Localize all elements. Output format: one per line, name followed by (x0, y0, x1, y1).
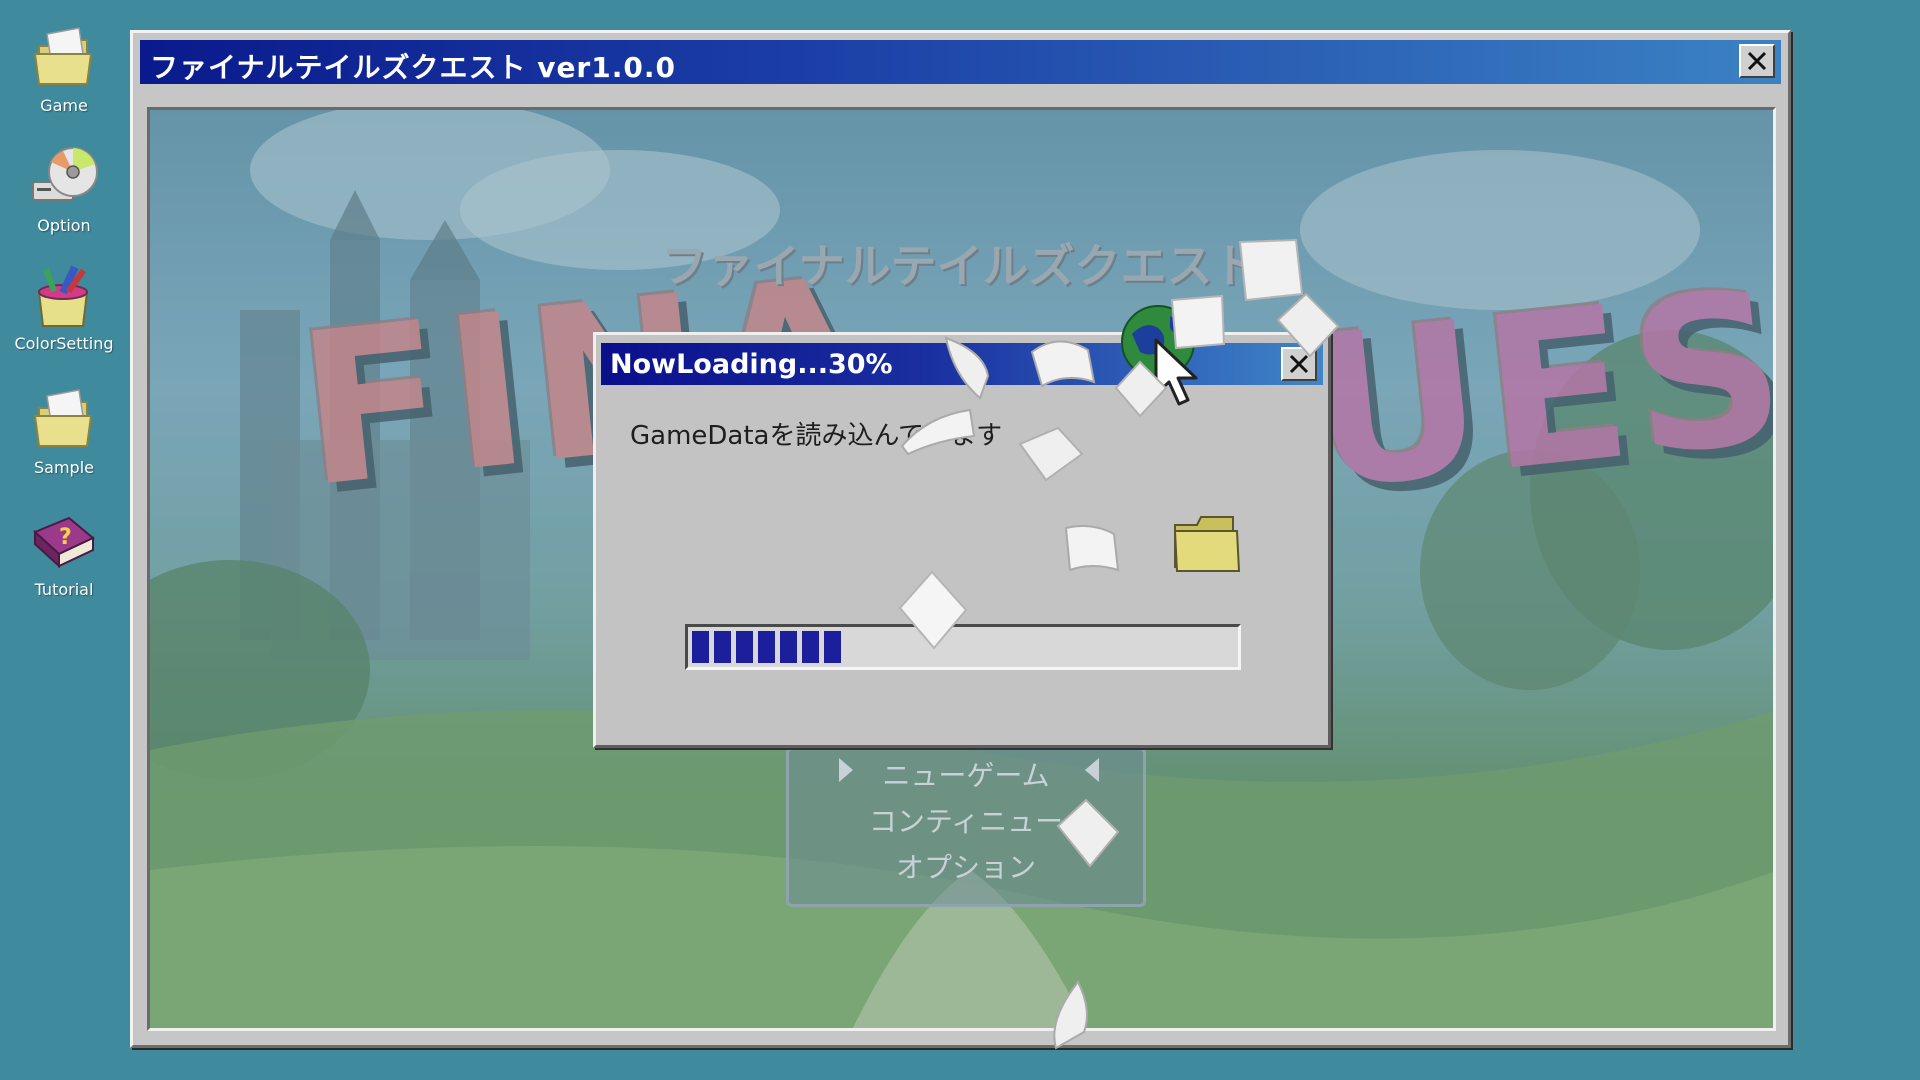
desktop-icon-game[interactable]: Game (6, 24, 122, 115)
game-subtitle: ファイナルテイルズクエスト (661, 239, 1259, 293)
svg-text:?: ? (59, 525, 72, 550)
window-title: ファイナルテイルズクエスト ver1.0.0 (150, 51, 676, 84)
paper-sheet-icon (1276, 292, 1340, 358)
desktop-icon-label: Game (40, 96, 88, 115)
paper-sheet-icon (1053, 980, 1088, 1050)
progress-bar-fill (692, 631, 841, 663)
desktop-icon-label: Sample (34, 458, 94, 477)
progress-segment (780, 631, 797, 663)
progress-segment (736, 631, 753, 663)
progress-segment (714, 631, 731, 663)
folder-icon (1173, 516, 1241, 572)
desktop-icon-tutorial[interactable]: ? Tutorial (6, 508, 122, 599)
paper-sheet-icon (1170, 294, 1226, 350)
close-icon (1747, 51, 1767, 71)
desktop-icon-colorsetting[interactable]: ColorSetting (6, 262, 122, 353)
menu-item-new-game[interactable]: ニューゲーム (789, 754, 1143, 794)
paper-sheet-icon (1114, 360, 1168, 418)
desktop-icon-option[interactable]: Option (6, 144, 122, 235)
progress-segment (758, 631, 775, 663)
window-titlebar[interactable]: ファイナルテイルズクエスト ver1.0.0 (140, 40, 1781, 84)
folder-icon (33, 27, 93, 85)
help-book-icon: ? (33, 516, 95, 569)
paint-bucket-icon (37, 265, 89, 327)
progress-segment (802, 631, 819, 663)
window-close-button[interactable] (1739, 44, 1775, 78)
desktop-icon-label: ColorSetting (14, 334, 114, 353)
paper-sheet-icon (1064, 525, 1120, 572)
paper-sheet-icon (944, 336, 990, 400)
paper-sheet-icon (898, 570, 968, 650)
progress-segment (692, 631, 709, 663)
desktop-icon-label: Option (37, 216, 91, 235)
progress-segment (824, 631, 841, 663)
paper-sheet-icon (1018, 426, 1084, 482)
paper-sheet-icon (900, 408, 976, 456)
paper-sheet-icon (1056, 798, 1120, 868)
desktop-icon-label: Tutorial (34, 580, 94, 599)
desktop-icon-sample[interactable]: Sample (6, 386, 122, 477)
dialog-title: NowLoading...30% (610, 349, 893, 380)
cd-drive-icon (32, 147, 98, 201)
paper-sheet-icon (1030, 340, 1096, 388)
folder-icon (33, 389, 93, 447)
